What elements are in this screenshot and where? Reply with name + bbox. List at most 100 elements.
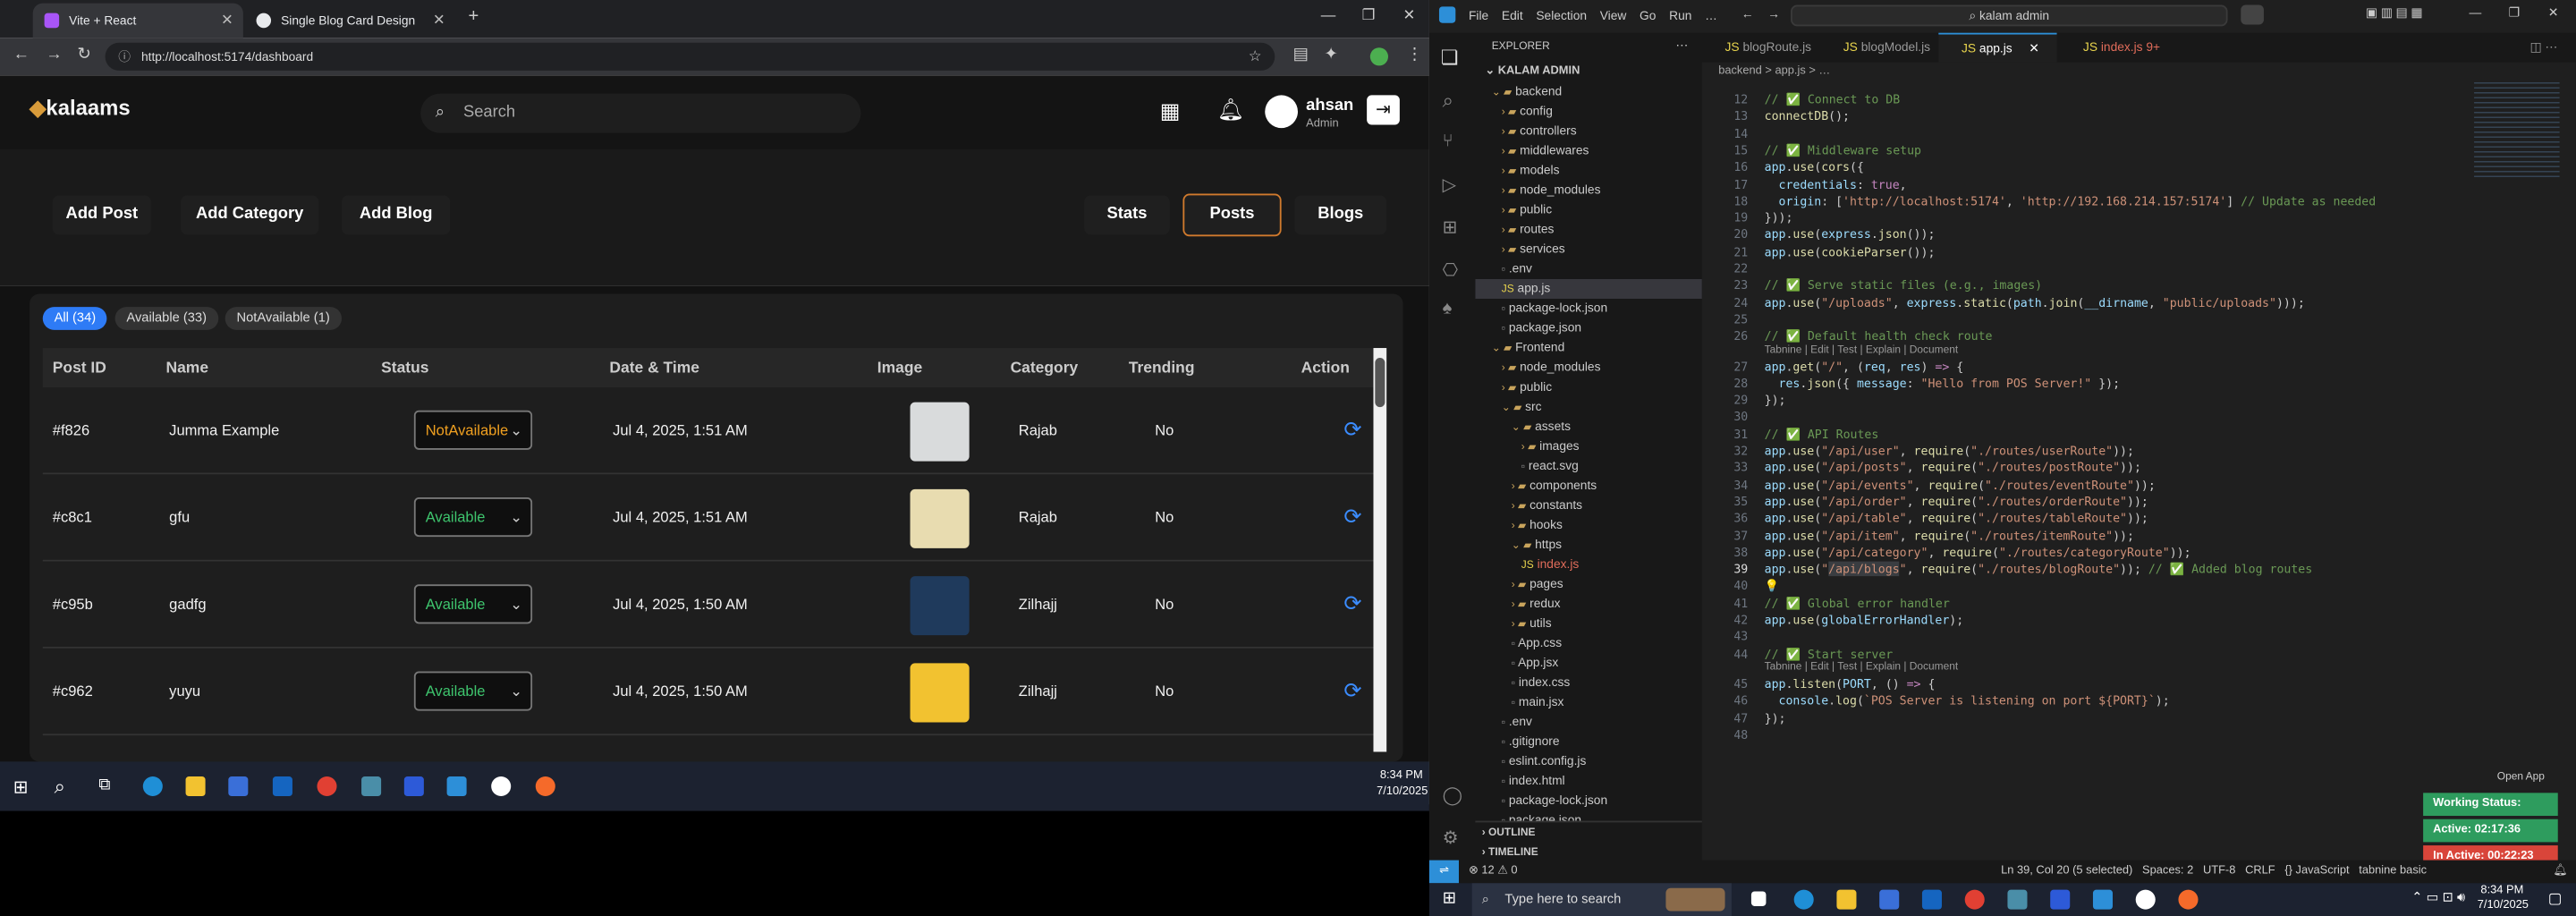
reload-icon[interactable]: ↻ — [77, 46, 90, 64]
code-line[interactable]: app.use(express.json()); — [1765, 227, 1936, 242]
code-line[interactable]: app.use("/api/category", require("./rout… — [1765, 545, 2191, 560]
windows-start-icon[interactable]: ⊞ — [13, 776, 29, 798]
stats-button[interactable]: Stats — [1084, 195, 1170, 235]
tree-item[interactable]: › ▰ controllers — [1502, 122, 1577, 141]
nav-back-icon[interactable]: ← — [1741, 6, 1754, 21]
menu-item[interactable]: Selection — [1536, 8, 1587, 23]
filter-notavailable[interactable]: NotAvailable (1) — [225, 307, 342, 330]
profile-avatar[interactable] — [1369, 47, 1389, 66]
close-tab-icon[interactable]: ✕ — [2029, 41, 2039, 56]
code-line[interactable]: app.use("/api/table", require("./routes/… — [1765, 511, 2148, 526]
maximize-icon[interactable]: ❐ — [1362, 6, 1376, 24]
code-line[interactable]: }); — [1765, 710, 1786, 725]
code-line[interactable]: app.use("/uploads", express.static(path.… — [1765, 295, 2305, 310]
store-icon[interactable] — [228, 776, 249, 797]
editor-status[interactable]: Ln 39, Col 20 (5 selected) Spaces: 2 UTF… — [2001, 861, 2427, 884]
tree-item[interactable]: ▫ package-lock.json — [1502, 792, 1607, 811]
workspace-root[interactable]: ⌄ KALAM ADMIN — [1485, 64, 1580, 77]
nav-forward-icon[interactable]: → — [1767, 6, 1780, 21]
code-line[interactable]: app.listen(PORT, () => { — [1765, 676, 1936, 691]
code-line[interactable]: }); — [1765, 393, 1786, 408]
tree-item[interactable]: ▫ index.html — [1502, 771, 1565, 791]
code-line[interactable]: app.use("/api/item", require("./routes/i… — [1765, 528, 2134, 543]
forward-icon[interactable]: → — [46, 46, 62, 64]
logout-icon[interactable]: ⇥ — [1367, 95, 1400, 125]
tree-item[interactable]: ▫ package.json — [1502, 811, 1581, 820]
codelens[interactable]: Tabnine | Edit | Test | Explain | Docume… — [1765, 661, 1959, 673]
tree-item[interactable]: › ▰ node_modules — [1502, 358, 1601, 377]
notifications-bell-icon[interactable]: 🔔︎ — [2553, 861, 2567, 884]
postman-icon[interactable] — [2178, 889, 2199, 910]
tree-item[interactable]: › ▰ redux — [1512, 594, 1561, 614]
refresh-icon[interactable]: ⟳ — [1343, 591, 1361, 617]
app-icon[interactable] — [2135, 889, 2156, 910]
more-actions-icon[interactable]: ⋯ — [1675, 38, 1688, 53]
code-line[interactable]: app.get("/", (req, res) => { — [1765, 359, 1964, 374]
menu-dots-icon[interactable]: ⋮ — [1406, 46, 1422, 64]
add-category-button[interactable]: Add Category — [181, 195, 319, 235]
code-line[interactable]: credentials: true, — [1765, 176, 1907, 191]
table-scrollbar[interactable] — [1373, 348, 1387, 752]
file-explorer-icon[interactable] — [1836, 889, 1857, 910]
split-editor-icon[interactable]: ◫ ⋯ — [2530, 39, 2558, 55]
windows-start-icon[interactable]: ⊞ — [1443, 890, 1456, 908]
app-icon[interactable] — [491, 776, 512, 797]
code-line[interactable]: // ✅ Default health check route — [1765, 328, 1993, 344]
search-icon[interactable]: ⌕ — [1443, 89, 1453, 114]
puzzle-icon[interactable]: ✦ — [1324, 46, 1337, 64]
command-center-input[interactable]: ⌕ kalam admin — [1791, 4, 2228, 27]
code-line[interactable]: app.use("/api/order", require("./routes/… — [1765, 494, 2148, 509]
tab-app-js[interactable]: JS app.js ✕ — [1938, 32, 2057, 63]
code-line[interactable]: res.json({ message: "Hello from POS Serv… — [1765, 376, 2121, 391]
tree-item[interactable]: ⌄ ▰ assets — [1512, 417, 1571, 437]
tab-blog-card[interactable]: Single Blog Card Design ✕ — [245, 4, 455, 38]
bookmark-star-icon[interactable]: ☆ — [1249, 43, 1262, 71]
scroll-thumb[interactable] — [1375, 358, 1385, 408]
chrome-icon[interactable] — [1964, 889, 1985, 910]
code-line[interactable]: // ✅ API Routes — [1765, 427, 1879, 442]
code-line[interactable]: app.use(cors({ — [1765, 159, 1864, 174]
posts-button[interactable]: Posts — [1182, 193, 1282, 237]
close-window-icon[interactable]: ✕ — [1403, 6, 1416, 24]
tree-item[interactable]: › ▰ services — [1502, 240, 1565, 259]
maximize-icon[interactable]: ❐ — [2509, 5, 2520, 21]
tree-item[interactable]: ▫ eslint.config.js — [1502, 751, 1587, 771]
code-line[interactable]: console.log(`POS Server is listening on … — [1765, 693, 2170, 708]
remote-icon[interactable]: ⎔ — [1443, 259, 1459, 281]
close-window-icon[interactable]: ✕ — [2548, 5, 2559, 21]
new-tab-icon[interactable]: + — [468, 6, 479, 26]
codelens[interactable]: Tabnine | Edit | Test | Explain | Docume… — [1765, 344, 1959, 355]
tree-item[interactable]: ▫ react.svg — [1521, 456, 1579, 476]
tree-item[interactable]: ▫ App.jsx — [1512, 653, 1559, 673]
search-input[interactable]: ⌕ Search — [420, 93, 861, 133]
menu-item[interactable]: Go — [1640, 8, 1656, 23]
leaf-icon[interactable]: ♠ — [1443, 299, 1453, 318]
logo[interactable]: ◆kalaams — [30, 95, 131, 121]
tree-item[interactable]: ⌄ ▰ Frontend — [1492, 338, 1565, 358]
tree-item[interactable]: › ▰ middlewares — [1502, 141, 1589, 161]
tree-item[interactable]: › ▰ hooks — [1512, 515, 1563, 535]
tree-item[interactable]: ⌄ ▰ https — [1512, 535, 1562, 555]
filter-available[interactable]: Available (33) — [114, 307, 218, 330]
chrome-icon[interactable] — [317, 776, 337, 797]
tree-item[interactable]: ▫ .gitignore — [1502, 732, 1560, 751]
tree-item[interactable]: › ▰ node_modules — [1502, 181, 1601, 200]
account-icon[interactable]: ◯ — [1443, 785, 1463, 806]
code-line[interactable]: connectDB(); — [1765, 109, 1850, 124]
code-line[interactable]: app.use("/api/posts", require("./routes/… — [1765, 460, 2141, 475]
edge-icon[interactable] — [142, 776, 163, 797]
working-status-badge[interactable]: Working Status: Active — [2423, 793, 2558, 832]
remote-status-icon[interactable]: ⇌ — [1428, 860, 1459, 884]
site-info-icon[interactable]: ⓘ — [118, 43, 131, 71]
close-tab-icon[interactable]: ✕ — [221, 4, 233, 38]
bell-icon[interactable]: 🔔︎ — [1217, 97, 1244, 123]
close-tab-icon[interactable]: ✕ — [433, 4, 445, 38]
status-select[interactable]: Available ⌄ — [413, 497, 533, 538]
tree-item[interactable]: JS index.js — [1521, 555, 1580, 574]
code-line[interactable]: app.use(cookieParser()); — [1765, 244, 1936, 259]
zoom-icon[interactable] — [403, 776, 424, 797]
vscode-icon[interactable] — [446, 776, 467, 797]
avatar[interactable] — [1265, 95, 1298, 129]
outlook-icon[interactable] — [272, 776, 292, 797]
tab-blogmodel[interactable]: JS blogModel.js — [1820, 33, 1936, 63]
